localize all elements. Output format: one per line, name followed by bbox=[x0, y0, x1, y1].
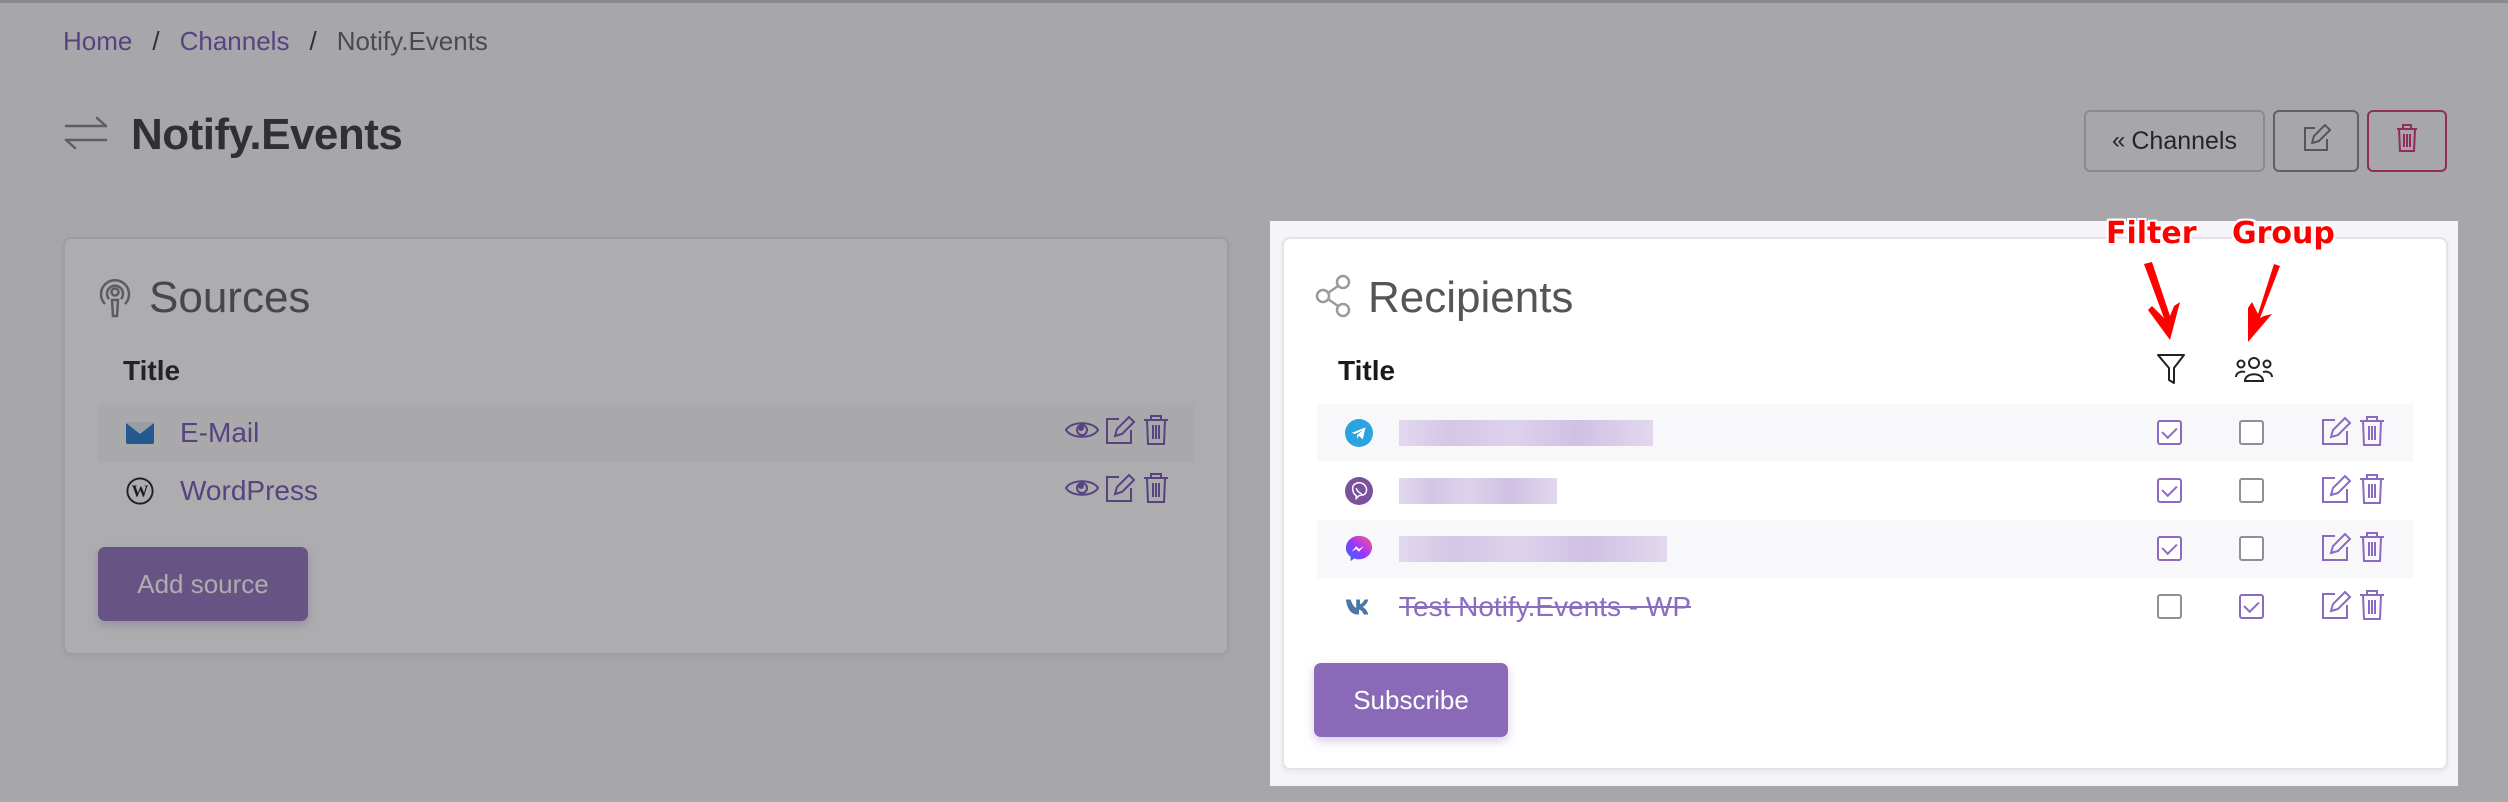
messenger-icon bbox=[1345, 535, 1373, 563]
trash-icon[interactable] bbox=[1143, 473, 1169, 508]
source-row-email: E-Mail bbox=[98, 404, 1194, 462]
back-button-label: Channels bbox=[2131, 126, 2237, 155]
recipient-title-blurred[interactable] bbox=[1399, 536, 1667, 562]
share-nodes-icon bbox=[1314, 274, 1354, 323]
window-top-border bbox=[0, 0, 2508, 3]
source-row-actions bbox=[1064, 473, 1169, 508]
recipient-title-blurred[interactable] bbox=[1399, 478, 1557, 504]
recipient-title-blurred[interactable] bbox=[1399, 420, 1653, 446]
group-checkbox[interactable] bbox=[2239, 594, 2264, 619]
sources-card: Sources Title E-Mail W WordPress Add sou… bbox=[63, 237, 1229, 655]
edit-icon bbox=[2301, 123, 2331, 160]
edit-icon[interactable] bbox=[1105, 473, 1137, 508]
delete-channel-button[interactable] bbox=[2367, 110, 2447, 172]
source-link[interactable]: E-Mail bbox=[180, 417, 259, 449]
recipients-title-column-header: Title bbox=[1338, 355, 1396, 386]
edit-channel-button[interactable] bbox=[2273, 110, 2359, 172]
source-row-wordpress: W WordPress bbox=[98, 462, 1194, 520]
source-link[interactable]: WordPress bbox=[180, 475, 318, 507]
filter-checkbox[interactable] bbox=[2157, 478, 2182, 503]
recipient-row-actions bbox=[2321, 532, 2385, 567]
page-background: Home / Channels / Notify.Events Notify.E… bbox=[0, 0, 2508, 802]
group-checkbox[interactable] bbox=[2239, 478, 2264, 503]
group-annotation-label: Group bbox=[2232, 216, 2335, 251]
sources-header: Sources bbox=[95, 273, 310, 323]
edit-icon[interactable] bbox=[1105, 415, 1137, 450]
arrows-exchange-icon bbox=[63, 115, 111, 156]
trash-icon[interactable] bbox=[2359, 474, 2385, 509]
recipient-row-actions bbox=[2321, 474, 2385, 509]
vk-icon bbox=[1345, 593, 1373, 621]
sources-heading: Sources bbox=[149, 273, 311, 322]
edit-icon[interactable] bbox=[2321, 416, 2353, 451]
filter-checkbox[interactable] bbox=[2157, 420, 2182, 445]
edit-icon[interactable] bbox=[2321, 474, 2353, 509]
viber-icon bbox=[1345, 477, 1373, 505]
add-source-button[interactable]: Add source bbox=[98, 547, 308, 621]
recipients-heading: Recipients bbox=[1368, 273, 1574, 322]
filter-checkbox[interactable] bbox=[2157, 594, 2182, 619]
trash-icon[interactable] bbox=[1143, 415, 1169, 450]
breadcrumb-separator: / bbox=[152, 26, 160, 56]
filter-checkbox[interactable] bbox=[2157, 536, 2182, 561]
filter-funnel-icon bbox=[2156, 353, 2186, 390]
filter-annotation-label: Filter bbox=[2106, 216, 2197, 251]
double-chevron-left-icon: « bbox=[2112, 127, 2126, 154]
subscribe-button[interactable]: Subscribe bbox=[1314, 663, 1508, 737]
svg-text:W: W bbox=[132, 482, 149, 501]
recipients-header: Recipients bbox=[1314, 273, 1573, 323]
trash-icon[interactable] bbox=[2359, 532, 2385, 567]
group-checkbox[interactable] bbox=[2239, 420, 2264, 445]
back-to-channels-button[interactable]: « Channels bbox=[2084, 110, 2265, 172]
recipient-row-actions bbox=[2321, 590, 2385, 625]
wordpress-icon: W bbox=[126, 477, 154, 505]
eye-icon[interactable] bbox=[1064, 417, 1100, 448]
page-toolbar: « Channels bbox=[2084, 110, 2447, 172]
page-header: Notify.Events bbox=[63, 110, 403, 160]
filter-annotation-arrow bbox=[2144, 262, 2180, 340]
breadcrumb-channels[interactable]: Channels bbox=[180, 26, 290, 57]
source-row-actions bbox=[1064, 415, 1169, 450]
breadcrumb-current: Notify.Events bbox=[336, 26, 488, 56]
envelope-icon bbox=[126, 419, 154, 447]
recipient-row-actions bbox=[2321, 416, 2385, 451]
edit-icon[interactable] bbox=[2321, 590, 2353, 625]
group-checkbox[interactable] bbox=[2239, 536, 2264, 561]
group-annotation-arrow bbox=[2248, 264, 2280, 342]
users-group-icon bbox=[2234, 355, 2274, 388]
recipient-link-disabled[interactable]: Test Notify.Events - WP bbox=[1399, 591, 1691, 623]
trash-icon bbox=[2395, 123, 2419, 160]
telegram-icon bbox=[1345, 419, 1373, 447]
breadcrumb: Home / Channels / Notify.Events bbox=[63, 26, 488, 57]
broadcast-icon bbox=[95, 274, 135, 323]
breadcrumb-separator: / bbox=[309, 26, 317, 56]
breadcrumb-home[interactable]: Home bbox=[63, 26, 132, 57]
sources-title-column-header: Title bbox=[123, 355, 181, 386]
edit-icon[interactable] bbox=[2321, 532, 2353, 567]
page-title: Notify.Events bbox=[131, 110, 403, 159]
trash-icon[interactable] bbox=[2359, 590, 2385, 625]
trash-icon[interactable] bbox=[2359, 416, 2385, 451]
eye-icon[interactable] bbox=[1064, 475, 1100, 506]
